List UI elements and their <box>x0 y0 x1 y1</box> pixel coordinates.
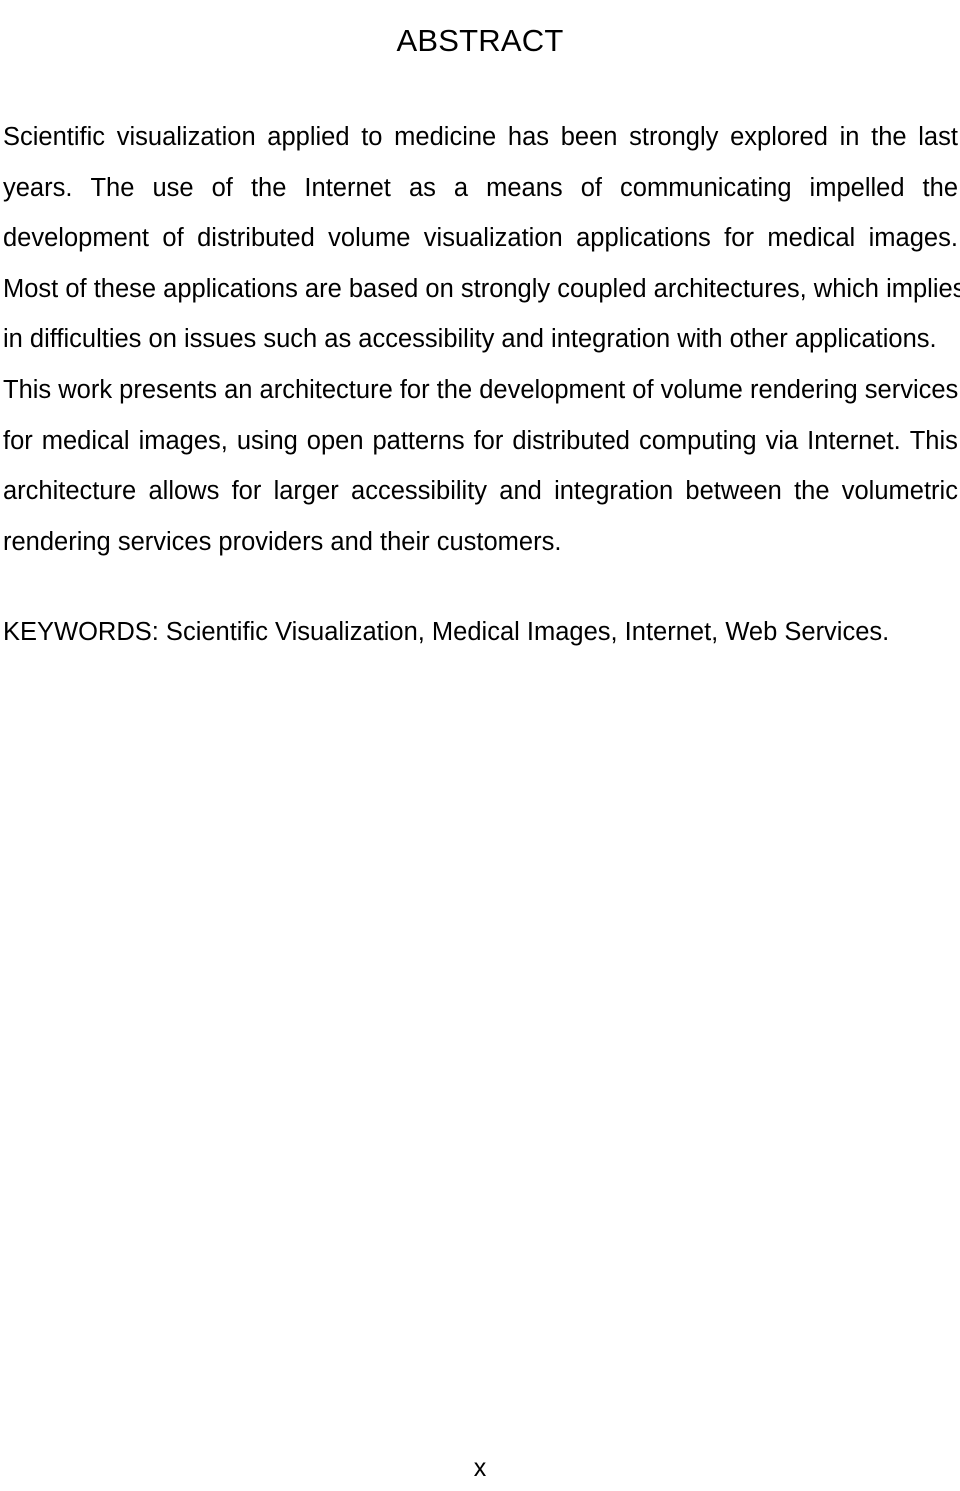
abstract-word: via <box>765 426 799 455</box>
keywords-line: KEYWORDS: Scientific Visualization, Medi… <box>3 617 890 646</box>
abstract-word: for <box>3 426 33 455</box>
abstract-word: been <box>560 123 618 151</box>
abstract-word: for <box>724 224 754 253</box>
abstract-word: use <box>152 173 194 202</box>
abstract-word: applied <box>267 123 350 151</box>
abstract-line: This work presents an architecture for t… <box>3 375 959 404</box>
abstract-line: Scientific visualization applied to medicine… <box>3 112 958 163</box>
abstract-word: This <box>909 426 958 455</box>
abstract-word: the <box>250 173 287 202</box>
abstract-word: applications <box>576 224 711 253</box>
abstract-word: patterns <box>372 426 465 455</box>
abstract-word: for <box>231 477 262 506</box>
abstract-word: using <box>236 426 298 455</box>
abstract-word: to <box>361 123 383 151</box>
abstract-word: medical <box>41 426 130 455</box>
abstract-word: allows <box>148 477 220 506</box>
abstract-word: open <box>306 426 364 455</box>
abstract-word: of <box>162 224 184 253</box>
abstract-word: medical <box>767 224 856 253</box>
abstract-line: development of distributed volume visualizat… <box>3 213 958 264</box>
abstract-line: in difficulties on issues such as access… <box>3 325 937 354</box>
abstract-word: years. <box>3 173 73 202</box>
abstract-word: volume <box>328 224 411 253</box>
abstract-word: development <box>3 224 150 253</box>
abstract-word: of <box>211 173 233 202</box>
abstract-word: medicine <box>394 123 497 151</box>
abstract-word: a <box>453 173 469 202</box>
abstract-word: larger <box>273 477 339 506</box>
abstract-line: rendering services providers and their c… <box>3 527 562 556</box>
abstract-word: as <box>408 173 436 202</box>
abstract-word: images. <box>868 224 958 253</box>
abstract-word: impelled <box>809 173 905 202</box>
abstract-word: communicating <box>620 173 792 202</box>
abstract-word: Internet <box>304 173 391 202</box>
abstract-word: integration <box>554 477 674 506</box>
abstract-word: has <box>507 123 550 151</box>
abstract-page: ABSTRACT Scientific visualization applied t… <box>0 0 960 1491</box>
abstract-word: architecture <box>3 477 137 506</box>
abstract-word: volumetric <box>841 477 958 506</box>
abstract-word: The <box>90 173 135 202</box>
abstract-word: visualization <box>116 123 256 151</box>
abstract-word: of <box>580 173 602 202</box>
abstract-word: distributed <box>197 224 315 253</box>
abstract-word: means <box>486 173 563 202</box>
abstract-word: the <box>871 123 907 151</box>
abstract-word: in <box>839 123 860 151</box>
abstract-word: images, <box>138 426 228 455</box>
abstract-word: and <box>499 477 542 506</box>
abstract-word: computing <box>638 426 757 455</box>
page-title: ABSTRACT <box>396 22 564 58</box>
abstract-word: last <box>918 123 958 151</box>
abstract-word: Scientific <box>3 123 106 151</box>
abstract-word: for <box>473 426 504 455</box>
abstract-word: visualization <box>423 224 563 253</box>
abstract-word: accessibility <box>351 477 488 506</box>
abstract-word: strongly <box>629 123 719 151</box>
abstract-word: Internet. <box>807 426 901 455</box>
abstract-line: Most of these applications are based on … <box>3 274 960 303</box>
page-number: x <box>473 1454 487 1482</box>
abstract-line: architecture allows for larger accessibility… <box>3 466 958 517</box>
abstract-line: for medical images, using open patterns for dis… <box>3 416 958 467</box>
abstract-word: between <box>685 477 782 506</box>
abstract-paragraph: Scientific visualization applied to medicine… <box>3 112 960 567</box>
abstract-word: explored <box>730 123 828 151</box>
abstract-line: years. The use of the Internet as a means of commu… <box>3 163 958 214</box>
abstract-word: distributed <box>512 426 630 455</box>
abstract-word: the <box>794 477 830 506</box>
abstract-word: the <box>922 173 958 202</box>
